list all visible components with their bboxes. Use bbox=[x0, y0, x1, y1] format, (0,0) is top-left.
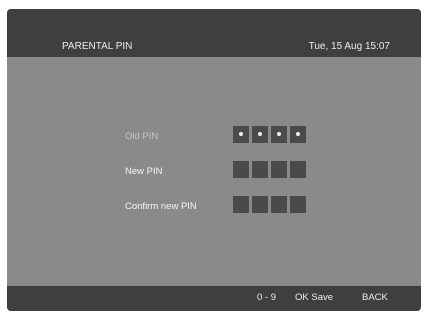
date-time: Tue, 15 Aug 15:07 bbox=[308, 41, 390, 52]
confirm-pin-label: Confirm new PIN bbox=[125, 201, 197, 212]
pin-digit-empty bbox=[233, 196, 249, 213]
old-pin-field[interactable] bbox=[233, 126, 306, 143]
header-bar: PARENTAL PIN Tue, 15 Aug 15:07 bbox=[7, 9, 421, 57]
pin-digit-masked bbox=[271, 126, 287, 143]
confirm-pin-row[interactable]: Confirm new PIN bbox=[7, 196, 421, 218]
new-pin-row[interactable]: New PIN bbox=[7, 161, 421, 183]
ok-save-button[interactable]: OK Save bbox=[295, 292, 333, 303]
tv-screen: PARENTAL PIN Tue, 15 Aug 15:07 Old PIN N… bbox=[7, 9, 421, 311]
new-pin-field[interactable] bbox=[233, 161, 306, 178]
new-pin-label: New PIN bbox=[125, 166, 163, 177]
back-button[interactable]: BACK bbox=[362, 292, 388, 303]
pin-digit-masked bbox=[233, 126, 249, 143]
pin-digit-empty bbox=[233, 161, 249, 178]
footer-bar: 0 - 9 OK Save BACK bbox=[7, 286, 421, 311]
pin-digit-empty bbox=[271, 196, 287, 213]
old-pin-label: Old PIN bbox=[125, 131, 159, 142]
pin-digit-masked bbox=[290, 126, 306, 143]
old-pin-row[interactable]: Old PIN bbox=[7, 126, 421, 148]
pin-digit-empty bbox=[252, 196, 268, 213]
pin-form: Old PIN New PIN Confirm new PIN bbox=[7, 57, 421, 286]
pin-digit-empty bbox=[271, 161, 287, 178]
digits-hint: 0 - 9 bbox=[257, 292, 277, 303]
page-title: PARENTAL PIN bbox=[62, 41, 133, 52]
pin-digit-empty bbox=[252, 161, 268, 178]
confirm-pin-field[interactable] bbox=[233, 196, 306, 213]
pin-digit-empty bbox=[290, 196, 306, 213]
pin-digit-masked bbox=[252, 126, 268, 143]
pin-digit-empty bbox=[290, 161, 306, 178]
